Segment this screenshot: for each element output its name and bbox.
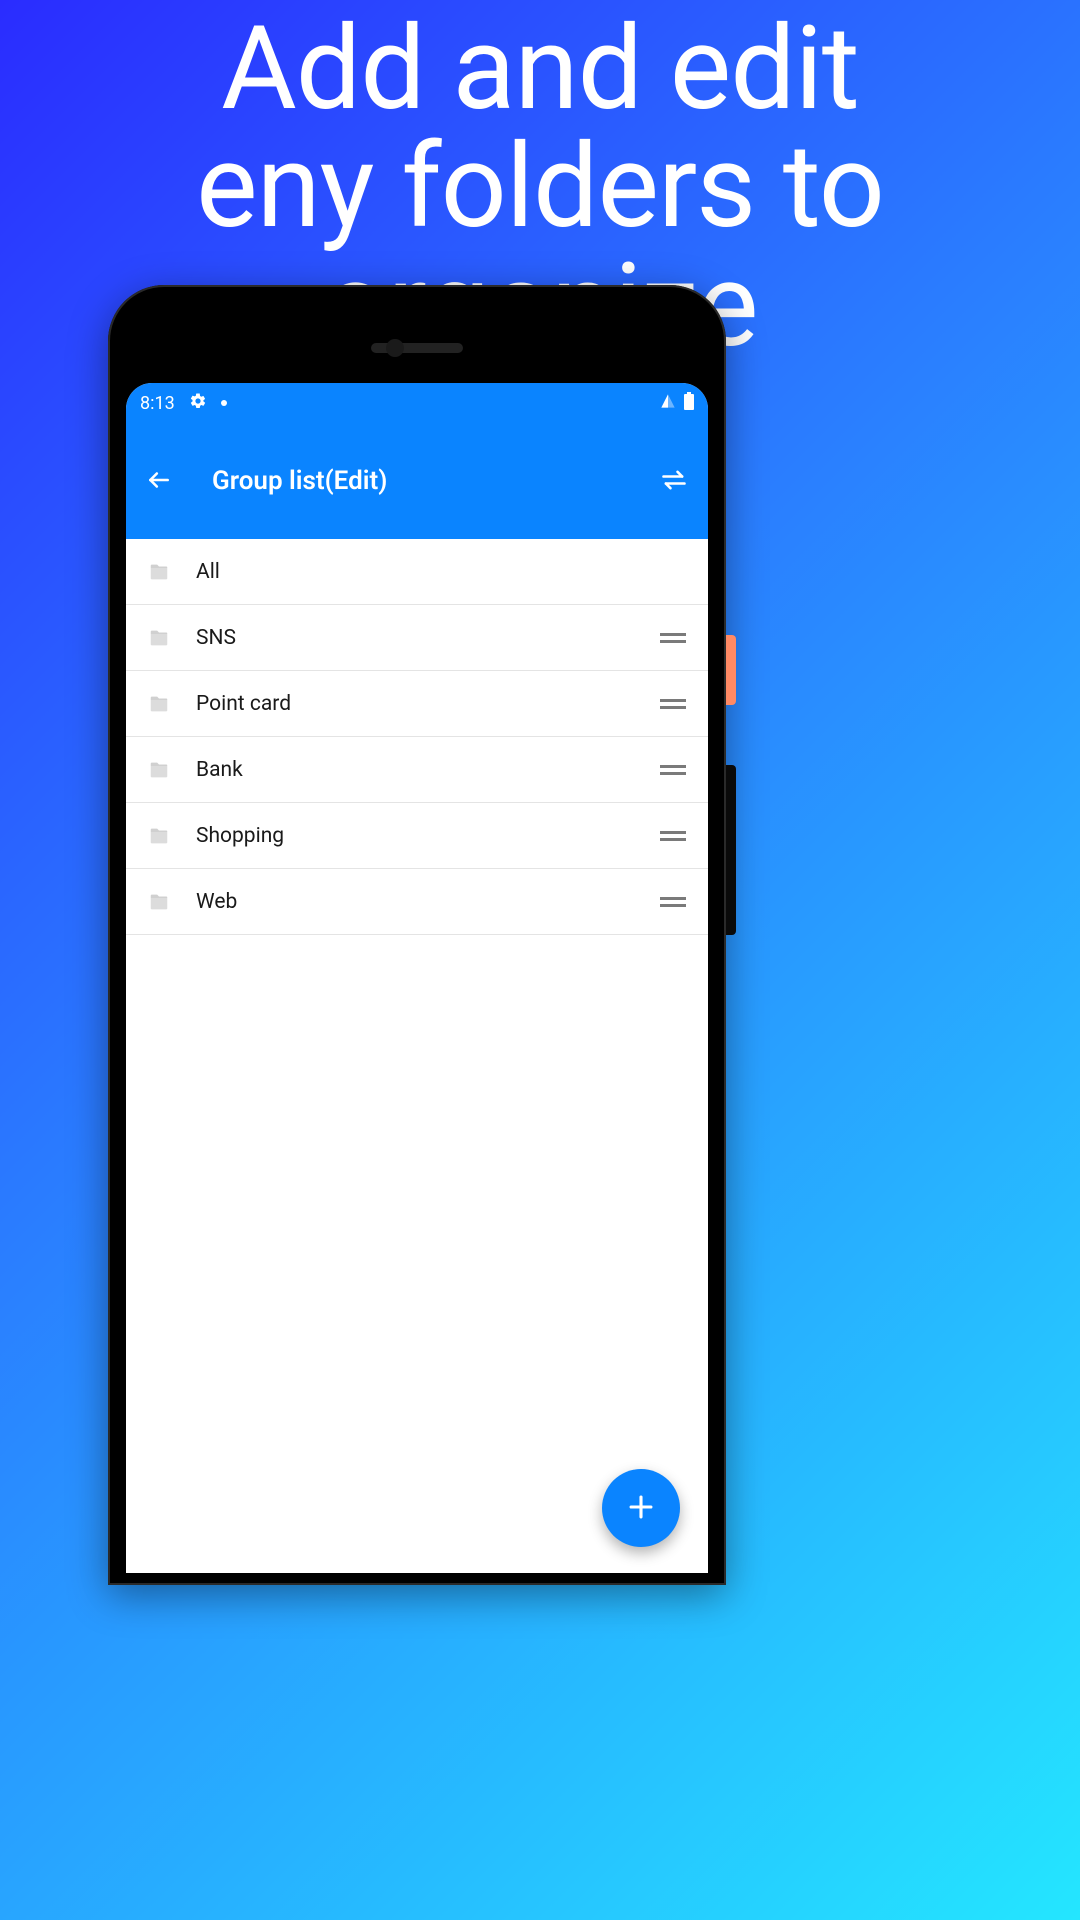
drag-handle-icon[interactable] [660, 895, 686, 909]
phone-frame: 8:13 [108, 285, 726, 1585]
folder-label: SNS [196, 626, 634, 650]
list-item[interactable]: Web [126, 869, 708, 935]
drag-handle-icon[interactable] [660, 631, 686, 645]
folder-icon [148, 693, 170, 715]
list-item[interactable]: Shopping [126, 803, 708, 869]
folder-icon [148, 891, 170, 913]
folder-label: Point card [196, 692, 634, 716]
status-time: 8:13 [140, 393, 175, 414]
swap-button[interactable] [660, 466, 688, 497]
list-item[interactable]: Bank [126, 737, 708, 803]
folder-label: All [196, 560, 686, 584]
arrow-left-icon [146, 467, 172, 496]
folder-label: Shopping [196, 824, 634, 848]
folder-list: All SNS Point card Bank Shopping Web [126, 539, 708, 935]
phone-power-button [726, 635, 736, 705]
list-item[interactable]: Point card [126, 671, 708, 737]
status-dot-icon [221, 400, 227, 406]
promo-backdrop: Add and editeny folders toorganize 8:13 [0, 0, 1080, 1920]
settings-icon [189, 392, 207, 415]
signal-icon [660, 393, 676, 414]
folder-icon [148, 759, 170, 781]
back-button[interactable] [146, 467, 172, 496]
screen: 8:13 [126, 383, 708, 1573]
battery-icon [684, 392, 694, 415]
list-item[interactable]: SNS [126, 605, 708, 671]
add-folder-button[interactable] [602, 1469, 680, 1547]
page-title: Group list(Edit) [212, 466, 620, 496]
app-bar: Group list(Edit) [126, 423, 708, 539]
folder-icon [148, 627, 170, 649]
drag-handle-icon[interactable] [660, 763, 686, 777]
folder-label: Bank [196, 758, 634, 782]
plus-icon [624, 1490, 658, 1527]
folder-icon [148, 825, 170, 847]
folder-icon [148, 561, 170, 583]
status-bar: 8:13 [126, 383, 708, 423]
list-item[interactable]: All [126, 539, 708, 605]
drag-handle-icon[interactable] [660, 697, 686, 711]
swap-horizontal-icon [660, 466, 688, 497]
phone-volume-button [726, 765, 736, 935]
drag-handle-icon[interactable] [660, 829, 686, 843]
folder-label: Web [196, 890, 634, 914]
